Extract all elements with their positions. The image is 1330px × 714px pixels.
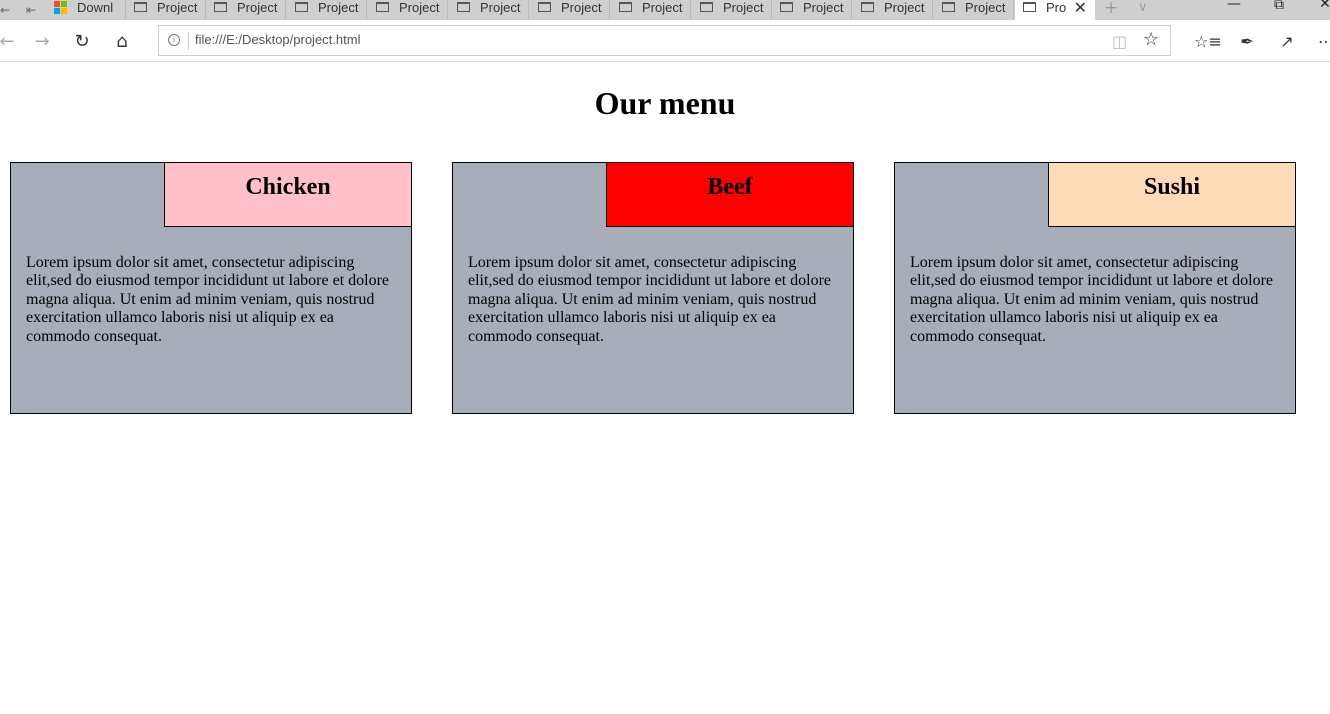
info-icon[interactable]: i (168, 34, 180, 46)
card-description: Lorem ipsum dolor sit amet, consectetur … (26, 254, 390, 345)
page-title: Our menu (594, 85, 736, 121)
pen-icon[interactable]: ✒ (1234, 28, 1260, 54)
back-arrow-icon[interactable]: ← (0, 0, 16, 20)
tab-project[interactable]: Project (611, 0, 691, 20)
page-icon (1023, 2, 1036, 12)
tab-project[interactable]: Project (206, 0, 286, 20)
page-icon (700, 2, 713, 12)
page-icon (214, 2, 227, 12)
back-arrow-icon[interactable]: ← (0, 28, 20, 54)
set-tabs-aside-icon[interactable]: ⇤ (20, 0, 42, 20)
close-window-icon[interactable]: ✕ (1302, 0, 1330, 16)
page-icon (457, 2, 470, 12)
restore-icon[interactable]: ⧉ (1256, 0, 1302, 17)
page-icon (376, 2, 389, 12)
menu-card-beef: Beef Lorem ipsum dolor sit amet, consect… (452, 162, 854, 414)
tab-project[interactable]: Project (530, 0, 610, 20)
tab-label: Project (318, 0, 359, 15)
tab-project-active[interactable]: Pro ✕ (1015, 0, 1095, 20)
favorites-list-icon[interactable]: ☆≡ (1194, 28, 1222, 54)
tab-label: Project (723, 0, 764, 15)
page-icon (295, 2, 308, 12)
tab-label: Project (157, 0, 198, 15)
tab-strip: ← ⇤ Downl Project Project Project Projec… (0, 0, 1330, 20)
tab-downloads[interactable]: Downl (46, 0, 126, 20)
chevron-down-icon[interactable]: ∨ (1138, 0, 1148, 15)
tab-label: Pro (1046, 0, 1067, 15)
tab-project[interactable]: Project (287, 0, 367, 20)
page-icon (942, 2, 955, 12)
card-title: Sushi (1143, 174, 1201, 200)
tab-label: Project (884, 0, 925, 15)
minimize-icon[interactable]: — (1211, 0, 1257, 16)
microsoft-icon (54, 0, 67, 14)
address-bar[interactable]: i file:///E:/Desktop/project.html ◫ ☆ (158, 25, 1171, 56)
tab-project[interactable]: Project (853, 0, 933, 20)
tab-label: Project (965, 0, 1006, 15)
tab-label: Project (803, 0, 844, 15)
tab-label: Project (399, 0, 440, 15)
tab-label: Downl (77, 0, 114, 15)
tab-project[interactable]: Project (692, 0, 772, 20)
tab-label: Project (642, 0, 683, 15)
page-icon (134, 2, 147, 12)
address-toolbar: ← → ↻ ⌂ i file:///E:/Desktop/project.htm… (0, 20, 1330, 62)
card-title: Beef (707, 174, 753, 200)
card-description: Lorem ipsum dolor sit amet, consectetur … (910, 254, 1274, 345)
tab-project[interactable]: Project (772, 0, 852, 20)
forward-arrow-icon[interactable]: → (29, 28, 55, 54)
card-header: Beef (606, 162, 854, 227)
tab-project[interactable]: Project (934, 0, 1014, 20)
menu-card-chicken: Chicken Lorem ipsum dolor sit amet, cons… (10, 162, 412, 414)
page-icon (538, 2, 551, 12)
tab-label: Project (561, 0, 602, 15)
address-divider (188, 32, 189, 50)
page-icon (861, 2, 874, 12)
refresh-icon[interactable]: ↻ (69, 28, 95, 54)
tab-project[interactable]: Project (449, 0, 529, 20)
card-header: Sushi (1048, 162, 1296, 227)
page-icon (619, 2, 632, 12)
tab-project[interactable]: Project (126, 0, 206, 20)
home-icon[interactable]: ⌂ (109, 28, 135, 54)
page-icon (780, 2, 793, 12)
url-text[interactable]: file:///E:/Desktop/project.html (195, 32, 360, 47)
tab-label: Project (480, 0, 521, 15)
more-icon[interactable]: ⋯ (1313, 28, 1330, 54)
close-tab-icon[interactable]: ✕ (1074, 0, 1087, 17)
star-icon[interactable]: ☆ (1143, 29, 1159, 50)
new-tab-icon[interactable]: + (1104, 0, 1118, 18)
card-header: Chicken (164, 162, 412, 227)
tab-project[interactable]: Project (368, 0, 448, 20)
share-icon[interactable]: ↗ (1274, 28, 1300, 54)
menu-card-sushi: Sushi Lorem ipsum dolor sit amet, consec… (894, 162, 1296, 414)
card-title: Chicken (245, 174, 331, 200)
tab-label: Project (237, 0, 278, 15)
reading-view-icon[interactable]: ◫ (1112, 32, 1127, 51)
card-description: Lorem ipsum dolor sit amet, consectetur … (468, 254, 832, 345)
